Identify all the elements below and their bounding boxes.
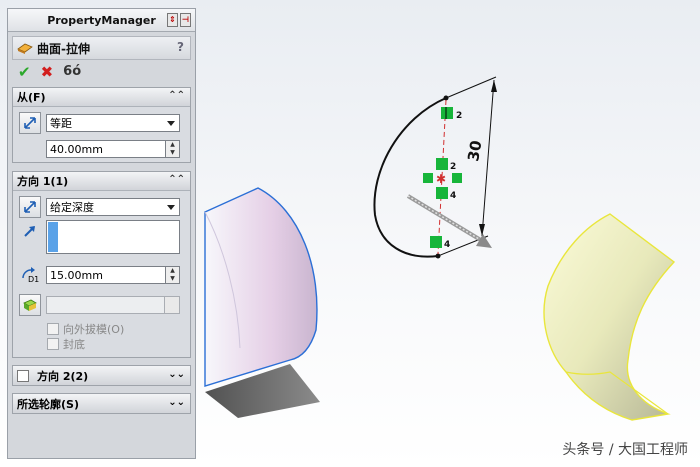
pin-icon[interactable]: ⊣ <box>180 13 191 27</box>
dimension-arrow-top <box>491 80 497 92</box>
cap-end-checkbox[interactable]: 封底 <box>13 336 190 351</box>
direction1-section-header[interactable]: 方向 1(1) ⌃⌃ <box>13 172 190 191</box>
relation-icon <box>436 187 448 199</box>
direction1-title: 方向 1(1) <box>17 175 69 188</box>
property-manager-title: PropertyManager <box>47 13 156 27</box>
from-section-header[interactable]: 从(F) ⌃⌃ <box>13 88 190 107</box>
depth-input[interactable] <box>46 266 166 284</box>
draft-toggle-icon[interactable] <box>19 294 41 316</box>
from-section-title: 从(F) <box>17 91 46 104</box>
direction-vector-icon <box>19 220 41 242</box>
reverse-direction-icon[interactable] <box>19 196 41 218</box>
checkbox[interactable] <box>47 337 59 350</box>
depth-spinner: ▲▼ <box>46 266 180 284</box>
relation-icon <box>452 173 462 183</box>
cancel-button[interactable]: ✖ <box>41 64 54 80</box>
relation-label: 2 <box>456 111 462 121</box>
relation-icon <box>430 236 442 248</box>
watermark-text: 头条号 / 大国工程师 <box>562 442 688 458</box>
draft-outward-checkbox[interactable]: 向外拔模(O) <box>13 321 190 336</box>
origin-mark: ✱ <box>436 172 446 186</box>
depth-icon: D1 <box>19 264 41 286</box>
from-condition-value: 等距 <box>50 117 72 130</box>
direction-vector-selection-box[interactable] <box>46 220 180 254</box>
direction2-title: 方向 2(2) <box>37 369 89 383</box>
extrude-arrow-head[interactable] <box>476 234 492 248</box>
relation-icon <box>436 158 448 170</box>
direction1-section: 方向 1(1) ⌃⌃ 给定深度 D1 15.00mm ▲ ▼ 向外拔模(O) 封… <box>12 171 191 358</box>
checkbox[interactable] <box>47 322 59 335</box>
selection-highlight <box>48 222 58 252</box>
extruded-surface-left[interactable] <box>204 187 318 387</box>
from-condition-select[interactable]: 等距 <box>46 114 180 132</box>
feature-title-bar: 曲面-拉伸 ? <box>12 36 191 60</box>
pin-controls: ⇕ ⊣ <box>167 13 191 27</box>
dimension-line <box>481 79 495 237</box>
spin-disabled <box>164 297 179 313</box>
relation-label: 4 <box>444 240 450 250</box>
spin-up-icon[interactable]: ▲ <box>166 267 179 275</box>
split-icon[interactable]: ⇕ <box>167 13 178 27</box>
dimension-extension-top <box>445 76 497 99</box>
direction2-checkbox[interactable] <box>17 369 29 382</box>
end-condition-select[interactable]: 给定深度 <box>46 198 180 216</box>
selected-contours-section-header[interactable]: 所选轮廓(S) ⌄⌄ <box>12 393 191 414</box>
dimension-value[interactable]: 30 <box>464 139 485 163</box>
relation-icon <box>445 107 447 119</box>
action-buttons: ✔ ✖ 6ó <box>8 60 195 84</box>
relation-label: 4 <box>450 191 456 201</box>
relation-label: 2 <box>450 162 456 172</box>
offset-spinner: ▲▼ <box>46 140 180 158</box>
spin-up-icon[interactable]: ▲ <box>166 141 179 149</box>
collapse-chevron-icon[interactable]: ⌃⌃ <box>168 90 185 101</box>
selected-contours-title: 所选轮廓(S) <box>17 397 79 411</box>
spin-down-icon[interactable]: ▼ <box>166 275 179 283</box>
chevron-down-icon <box>167 121 175 126</box>
chevron-down-icon <box>167 205 175 210</box>
ok-button[interactable]: ✔ <box>18 64 31 80</box>
surface-extrude-icon <box>17 43 33 54</box>
spin-down-icon[interactable]: ▼ <box>166 149 179 157</box>
expand-chevron-icon[interactable]: ⌄⌄ <box>168 397 185 408</box>
direction2-section-header[interactable]: 方向 2(2) ⌄⌄ <box>12 365 191 386</box>
help-icon[interactable]: ? <box>177 40 184 54</box>
dimension-arrow-bottom <box>479 224 485 236</box>
depth-label: D1 <box>28 275 40 284</box>
reverse-direction-icon[interactable] <box>19 112 41 134</box>
extruded-surface-right[interactable] <box>543 213 676 421</box>
collapse-chevron-icon[interactable]: ⌃⌃ <box>168 174 185 185</box>
property-manager-titlebar: PropertyManager ⇕ ⊣ <box>8 9 195 32</box>
from-section: 从(F) ⌃⌃ 等距 ▲▼ <box>12 87 191 163</box>
expand-chevron-icon[interactable]: ⌄⌄ <box>168 369 185 380</box>
relation-icon <box>423 173 433 183</box>
end-condition-value: 给定深度 <box>50 201 94 214</box>
cap-end-label: 封底 <box>63 337 85 351</box>
offset-distance-input[interactable] <box>46 140 166 158</box>
property-manager: PropertyManager ⇕ ⊣ 曲面-拉伸 ? ✔ ✖ 6ó 从(F) … <box>7 8 196 459</box>
feature-title: 曲面-拉伸 <box>37 41 90 56</box>
draft-angle-input <box>46 296 180 314</box>
draft-outward-label: 向外拔模(O) <box>63 322 125 336</box>
detailed-preview-button[interactable]: 6ó <box>63 64 81 80</box>
